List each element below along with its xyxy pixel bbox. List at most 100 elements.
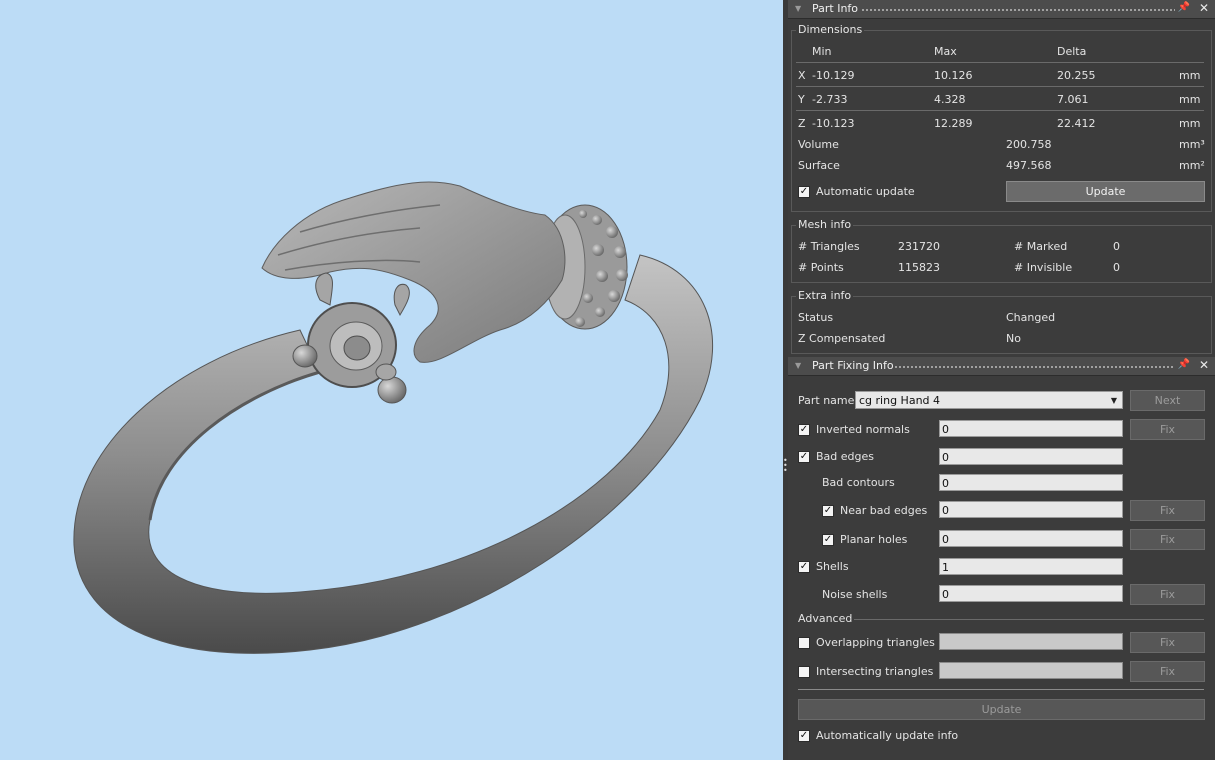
drag-handle-icon[interactable] xyxy=(861,8,1175,11)
extra-info-group-title: Extra info xyxy=(796,289,854,302)
x-min: -10.129 xyxy=(812,69,855,82)
part-fixing-title: Part Fixing Info xyxy=(812,359,894,372)
surface-label: Surface xyxy=(798,159,840,172)
overlapping-triangles-checkbox[interactable] xyxy=(798,637,810,649)
points-value: 115823 xyxy=(898,261,940,274)
inverted-normals-field[interactable]: 0 xyxy=(939,420,1123,437)
hand-model xyxy=(261,181,566,363)
divider xyxy=(796,62,1204,63)
planar-holes-label: Planar holes xyxy=(840,533,908,546)
bad-contours-field[interactable]: 0 xyxy=(939,474,1123,491)
delta-header: Delta xyxy=(1057,45,1087,58)
marked-label: # Marked xyxy=(1014,240,1068,253)
triangles-value: 231720 xyxy=(898,240,940,253)
noise-shells-field[interactable]: 0 xyxy=(939,585,1123,602)
intersecting-triangles-checkbox[interactable] xyxy=(798,666,810,678)
automatic-update-label: Automatic update xyxy=(816,185,915,198)
close-icon[interactable]: ✕ xyxy=(1199,1,1209,15)
invisible-value: 0 xyxy=(1113,261,1120,274)
fixing-update-button[interactable]: Update xyxy=(798,699,1205,720)
status-value: Changed xyxy=(1006,311,1056,324)
planar-holes-fix-button[interactable]: Fix xyxy=(1130,529,1205,550)
inverted-normals-label: Inverted normals xyxy=(816,423,910,436)
points-label: # Points xyxy=(798,261,844,274)
part-name-select[interactable]: cg ring Hand 4 ▼ xyxy=(855,391,1123,409)
planar-holes-field[interactable]: 0 xyxy=(939,530,1123,547)
bad-edges-field[interactable]: 0 xyxy=(939,448,1123,465)
status-label: Status xyxy=(798,311,834,324)
z-unit: mm xyxy=(1179,117,1201,130)
surface-value: 497.568 xyxy=(1006,159,1052,172)
divider xyxy=(796,86,1204,87)
dimensions-group-title: Dimensions xyxy=(796,23,865,36)
z-compensated-label: Z Compensated xyxy=(798,332,886,345)
min-header: Min xyxy=(812,45,832,58)
auto-update-info-label: Automatically update info xyxy=(816,729,959,742)
auto-update-info-checkbox[interactable]: ✓ xyxy=(798,730,810,742)
extra-info-group xyxy=(791,296,1212,354)
chevron-down-icon[interactable]: ▼ xyxy=(1111,392,1117,409)
near-bad-edges-field[interactable]: 0 xyxy=(939,501,1123,518)
planar-holes-checkbox[interactable]: ✓ xyxy=(822,534,834,546)
collapse-icon[interactable]: ▼ xyxy=(795,361,801,370)
close-icon[interactable]: ✕ xyxy=(1199,358,1209,372)
y-delta: 7.061 xyxy=(1057,93,1089,106)
volume-label: Volume xyxy=(798,138,839,151)
invisible-label: # Invisible xyxy=(1014,261,1073,274)
shells-field[interactable]: 1 xyxy=(939,558,1123,575)
x-axis-label: X xyxy=(798,69,806,82)
next-button[interactable]: Next xyxy=(1130,390,1205,411)
shells-checkbox[interactable]: ✓ xyxy=(798,561,810,573)
near-bad-edges-checkbox[interactable]: ✓ xyxy=(822,505,834,517)
x-max: 10.126 xyxy=(934,69,973,82)
automatic-update-checkbox[interactable]: ✓ xyxy=(798,186,810,198)
drag-handle-icon[interactable] xyxy=(894,365,1175,368)
y-max: 4.328 xyxy=(934,93,966,106)
marked-value: 0 xyxy=(1113,240,1120,253)
overlapping-triangles-label: Overlapping triangles xyxy=(816,636,935,649)
z-delta: 22.412 xyxy=(1057,117,1096,130)
noise-shells-fix-button[interactable]: Fix xyxy=(1130,584,1205,605)
overlapping-triangles-field[interactable] xyxy=(939,633,1123,650)
part-fixing-titlebar[interactable]: ▼ Part Fixing Info 📌 ✕ xyxy=(788,357,1215,376)
ring-band xyxy=(73,254,714,654)
intersecting-triangles-label: Intersecting triangles xyxy=(816,665,934,678)
stone-setting xyxy=(292,272,410,404)
intersecting-triangles-fix-button[interactable]: Fix xyxy=(1130,661,1205,682)
volume-unit: mm³ xyxy=(1179,138,1205,151)
part-info-title: Part Info xyxy=(812,2,859,15)
surface-unit: mm² xyxy=(1179,159,1205,172)
overlapping-triangles-fix-button[interactable]: Fix xyxy=(1130,632,1205,653)
triangles-label: # Triangles xyxy=(798,240,860,253)
y-unit: mm xyxy=(1179,93,1201,106)
z-min: -10.123 xyxy=(812,117,855,130)
bad-contours-label: Bad contours xyxy=(822,476,895,489)
near-bad-edges-label: Near bad edges xyxy=(840,504,928,517)
pin-icon[interactable]: 📌 xyxy=(1178,359,1190,370)
x-delta: 20.255 xyxy=(1057,69,1096,82)
part-info-titlebar[interactable]: ▼ Part Info 📌 ✕ xyxy=(788,0,1215,19)
noise-shells-label: Noise shells xyxy=(822,588,888,601)
inverted-normals-fix-button[interactable]: Fix xyxy=(1130,419,1205,440)
advanced-divider xyxy=(854,619,1204,620)
advanced-label: Advanced xyxy=(798,612,853,625)
mesh-info-group-title: Mesh info xyxy=(796,218,854,231)
bad-edges-checkbox[interactable]: ✓ xyxy=(798,451,810,463)
ring-model[interactable] xyxy=(0,0,783,760)
volume-value: 200.758 xyxy=(1006,138,1052,151)
dimensions-update-button[interactable]: Update xyxy=(1006,181,1205,202)
divider xyxy=(798,689,1204,690)
3d-viewport[interactable] xyxy=(0,0,783,760)
part-name-value: cg ring Hand 4 xyxy=(859,394,941,407)
collapse-icon[interactable]: ▼ xyxy=(795,4,801,13)
near-bad-edges-fix-button[interactable]: Fix xyxy=(1130,500,1205,521)
x-unit: mm xyxy=(1179,69,1201,82)
z-compensated-value: No xyxy=(1006,332,1021,345)
inverted-normals-checkbox[interactable]: ✓ xyxy=(798,424,810,436)
pin-icon[interactable]: 📌 xyxy=(1178,2,1190,13)
max-header: Max xyxy=(934,45,957,58)
intersecting-triangles-field[interactable] xyxy=(939,662,1123,679)
z-axis-label: Z xyxy=(798,117,806,130)
part-name-label: Part name xyxy=(798,394,855,407)
bad-edges-label: Bad edges xyxy=(816,450,874,463)
